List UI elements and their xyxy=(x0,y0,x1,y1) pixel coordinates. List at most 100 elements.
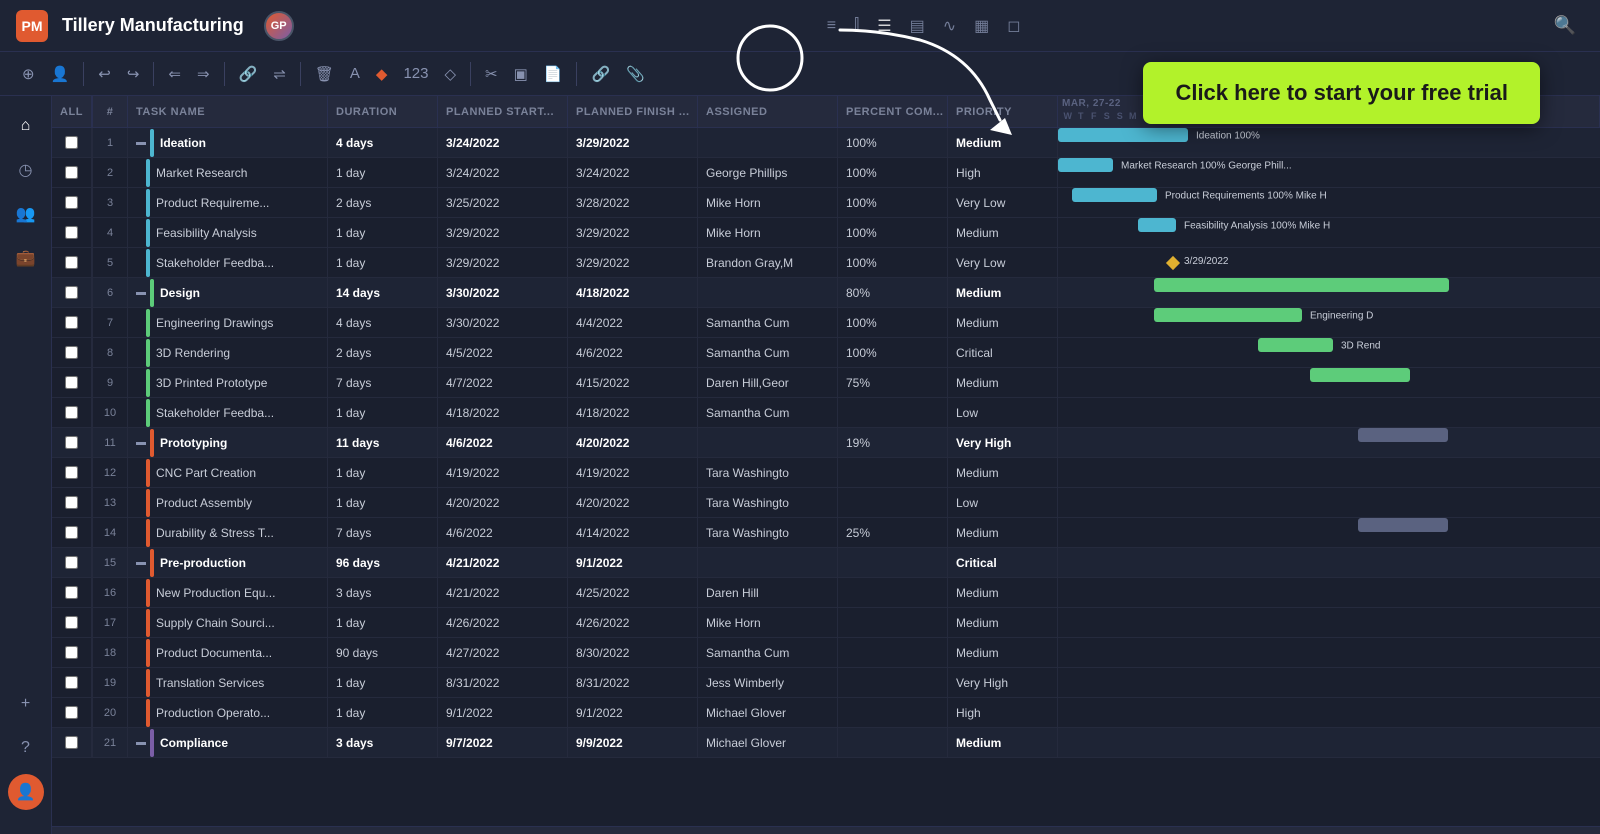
table-row[interactable]: 14 Durability & Stress T... 7 days 4/6/2… xyxy=(52,518,1600,548)
sidebar-activity-icon[interactable]: ◷ xyxy=(8,152,44,188)
row-task-name[interactable]: Engineering Drawings xyxy=(128,308,328,337)
expand-icon[interactable]: ▬ xyxy=(136,137,146,148)
row-checkbox[interactable] xyxy=(52,578,92,607)
row-checkbox[interactable] xyxy=(52,398,92,427)
link-button[interactable]: 🔗 xyxy=(233,61,264,87)
row-checkbox[interactable] xyxy=(52,188,92,217)
table-row[interactable]: 21 ▬ Compliance 3 days 9/7/2022 9/9/2022… xyxy=(52,728,1600,758)
timeline-icon[interactable]: ∿ xyxy=(943,16,956,36)
row-task-name[interactable]: ▬ Prototyping xyxy=(128,428,328,457)
row-checkbox[interactable] xyxy=(52,248,92,277)
expand-icon[interactable]: ▬ xyxy=(136,557,146,568)
sidebar-briefcase-icon[interactable]: 💼 xyxy=(8,240,44,276)
table-row[interactable]: 18 Product Documenta... 90 days 4/27/202… xyxy=(52,638,1600,668)
doc-icon[interactable]: ◻ xyxy=(1007,16,1020,36)
row-checkbox[interactable] xyxy=(52,608,92,637)
row-checkbox[interactable] xyxy=(52,728,92,757)
row-checkbox[interactable] xyxy=(52,128,92,157)
sidebar-help-icon[interactable]: ? xyxy=(8,730,44,766)
row-task-name[interactable]: 3D Rendering xyxy=(128,338,328,367)
table-row[interactable]: 11 ▬ Prototyping 11 days 4/6/2022 4/20/2… xyxy=(52,428,1600,458)
row-checkbox[interactable] xyxy=(52,278,92,307)
row-task-name[interactable]: Durability & Stress T... xyxy=(128,518,328,547)
expand-icon[interactable]: ▬ xyxy=(136,737,146,748)
table-row[interactable]: 8 3D Rendering 2 days 4/5/2022 4/6/2022 … xyxy=(52,338,1600,368)
table-row[interactable]: 10 Stakeholder Feedba... 1 day 4/18/2022… xyxy=(52,398,1600,428)
table-row[interactable]: 3 Product Requireme... 2 days 3/25/2022 … xyxy=(52,188,1600,218)
redo-button[interactable]: ↪ xyxy=(121,61,146,87)
row-checkbox[interactable] xyxy=(52,338,92,367)
row-checkbox[interactable] xyxy=(52,218,92,247)
horizontal-scrollbar[interactable] xyxy=(52,826,1600,834)
indent-button[interactable]: ⇒ xyxy=(191,61,216,87)
row-task-name[interactable]: Production Operato... xyxy=(128,698,328,727)
table-row[interactable]: 4 Feasibility Analysis 1 day 3/29/2022 3… xyxy=(52,218,1600,248)
row-task-name[interactable]: ▬ Ideation xyxy=(128,128,328,157)
row-checkbox[interactable] xyxy=(52,368,92,397)
number-button[interactable]: 123 xyxy=(397,61,434,86)
calendar-icon[interactable]: ▦ xyxy=(974,16,989,36)
table-row[interactable]: 20 Production Operato... 1 day 9/1/2022 … xyxy=(52,698,1600,728)
cut-button[interactable]: ✂ xyxy=(479,61,504,87)
clip-button[interactable]: 📎 xyxy=(620,61,651,87)
row-checkbox[interactable] xyxy=(52,428,92,457)
free-trial-banner[interactable]: Click here to start your free trial xyxy=(1143,62,1540,124)
row-checkbox[interactable] xyxy=(52,488,92,517)
row-task-name[interactable]: Market Research xyxy=(128,158,328,187)
attachment-button[interactable]: 🔗 xyxy=(585,61,616,87)
table-icon[interactable]: ▤ xyxy=(910,16,925,36)
shape-button[interactable]: ◇ xyxy=(438,61,462,87)
table-row[interactable]: 12 CNC Part Creation 1 day 4/19/2022 4/1… xyxy=(52,458,1600,488)
expand-icon[interactable]: ▬ xyxy=(136,287,146,298)
user-button[interactable]: 👤 xyxy=(45,61,76,87)
sidebar-users-icon[interactable]: 👥 xyxy=(8,196,44,232)
row-task-name[interactable]: ▬ Compliance xyxy=(128,728,328,757)
row-task-name[interactable]: 3D Printed Prototype xyxy=(128,368,328,397)
font-button[interactable]: A xyxy=(344,61,366,86)
expand-icon[interactable]: ▬ xyxy=(136,437,146,448)
row-checkbox[interactable] xyxy=(52,638,92,667)
table-row[interactable]: 17 Supply Chain Sourci... 1 day 4/26/202… xyxy=(52,608,1600,638)
outdent-button[interactable]: ⇐ xyxy=(162,61,187,87)
add-button[interactable]: ⊕ xyxy=(16,61,41,87)
table-row[interactable]: 15 ▬ Pre-production 96 days 4/21/2022 9/… xyxy=(52,548,1600,578)
row-task-name[interactable]: ▬ Pre-production xyxy=(128,548,328,577)
sidebar-add-icon[interactable]: + xyxy=(8,686,44,722)
color-button[interactable]: ◆ xyxy=(370,61,394,87)
copy-button[interactable]: ▣ xyxy=(508,61,534,87)
list-icon[interactable]: ≡ xyxy=(827,17,836,35)
table-row[interactable]: 9 3D Printed Prototype 7 days 4/7/2022 4… xyxy=(52,368,1600,398)
columns-icon[interactable]: ⫿ xyxy=(854,17,859,35)
row-checkbox[interactable] xyxy=(52,458,92,487)
table-row[interactable]: 16 New Production Equ... 3 days 4/21/202… xyxy=(52,578,1600,608)
row-task-name[interactable]: Supply Chain Sourci... xyxy=(128,608,328,637)
table-row[interactable]: 19 Translation Services 1 day 8/31/2022 … xyxy=(52,668,1600,698)
row-task-name[interactable]: Translation Services xyxy=(128,668,328,697)
search-icon[interactable]: 🔍 xyxy=(1554,15,1576,36)
table-row[interactable]: 13 Product Assembly 1 day 4/20/2022 4/20… xyxy=(52,488,1600,518)
delete-button[interactable]: 🗑 xyxy=(309,61,340,87)
row-task-name[interactable]: Stakeholder Feedba... xyxy=(128,248,328,277)
row-task-name[interactable]: ▬ Design xyxy=(128,278,328,307)
row-task-name[interactable]: Product Documenta... xyxy=(128,638,328,667)
row-task-name[interactable]: CNC Part Creation xyxy=(128,458,328,487)
table-row[interactable]: 2 Market Research 1 day 3/24/2022 3/24/2… xyxy=(52,158,1600,188)
table-row[interactable]: 5 Stakeholder Feedba... 1 day 3/29/2022 … xyxy=(52,248,1600,278)
row-checkbox[interactable] xyxy=(52,548,92,577)
row-task-name[interactable]: Feasibility Analysis xyxy=(128,218,328,247)
unlink-button[interactable]: ⇌ xyxy=(267,61,292,87)
gantt-icon[interactable]: ☰ xyxy=(877,16,891,36)
row-checkbox[interactable] xyxy=(52,698,92,727)
table-row[interactable]: 7 Engineering Drawings 4 days 3/30/2022 … xyxy=(52,308,1600,338)
row-checkbox[interactable] xyxy=(52,668,92,697)
row-task-name[interactable]: Stakeholder Feedba... xyxy=(128,398,328,427)
table-row[interactable]: 1 ▬ Ideation 4 days 3/24/2022 3/29/2022 … xyxy=(52,128,1600,158)
sidebar-user-profile-icon[interactable]: 👤 xyxy=(8,774,44,810)
paste-button[interactable]: 📄 xyxy=(538,61,569,87)
row-checkbox[interactable] xyxy=(52,158,92,187)
table-row[interactable]: 6 ▬ Design 14 days 3/30/2022 4/18/2022 8… xyxy=(52,278,1600,308)
row-checkbox[interactable] xyxy=(52,308,92,337)
row-task-name[interactable]: Product Requireme... xyxy=(128,188,328,217)
row-task-name[interactable]: New Production Equ... xyxy=(128,578,328,607)
row-checkbox[interactable] xyxy=(52,518,92,547)
